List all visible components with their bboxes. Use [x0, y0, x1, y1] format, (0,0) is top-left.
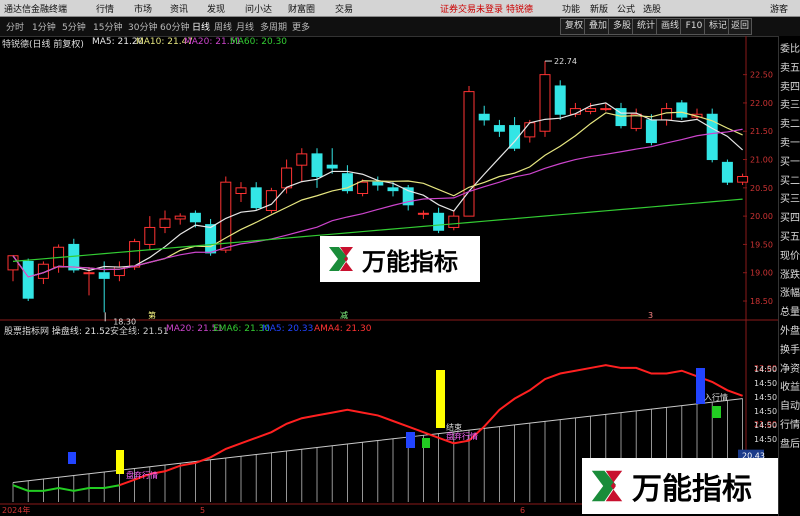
side-panel-label: 行情 [780, 420, 800, 431]
candle-down [189, 212, 201, 223]
candle-up [281, 167, 293, 189]
side-panel-label: 涨跌 [780, 269, 800, 281]
candle-down [554, 85, 566, 115]
side-panel-label: 买五 [780, 232, 800, 243]
candle-down [721, 161, 733, 183]
event-marker: 3 [648, 311, 653, 320]
side-panel-label: 总量 [780, 307, 800, 319]
candle-up [7, 255, 19, 271]
low-price-label: 18.30 [113, 317, 136, 326]
brand-logo-icon [329, 247, 353, 271]
candle-up [585, 108, 597, 112]
side-panel-label: 现价 [780, 250, 800, 262]
candle-up [600, 108, 612, 111]
candle-up [539, 74, 551, 132]
candle-up [357, 181, 369, 194]
candle-up [129, 241, 141, 268]
candle-down [372, 181, 384, 186]
sub-time-label: 14:50 [754, 393, 777, 402]
candle-down [98, 272, 110, 279]
watermark-text: 万能指标 [632, 472, 752, 507]
event-marker: 减 [340, 310, 348, 320]
side-panel-label: 买四 [780, 213, 800, 225]
candle-up [296, 153, 308, 166]
signal-block-blue [406, 432, 415, 448]
signal-block-green [422, 438, 430, 448]
candle-up [417, 212, 429, 215]
date-label: 5 [200, 506, 205, 515]
sub-time-label: 14:50 [754, 365, 777, 374]
candle-up [235, 187, 247, 194]
side-panel-label: 卖三 [780, 100, 800, 112]
sub-time-label: 14:50 [754, 379, 777, 388]
signal-label: 入行情 [704, 392, 728, 402]
candle-up [448, 215, 460, 228]
candle-up [524, 122, 536, 138]
candle-down [205, 224, 217, 254]
side-panel-label: 收益 [780, 382, 800, 394]
price-tick-label: 19.50 [750, 240, 773, 249]
signal-block-yellow [116, 450, 124, 474]
sub-time-label: 14:50 [754, 407, 777, 416]
candle-down [493, 125, 505, 132]
side-panel-label: 自动 [780, 401, 800, 413]
candle-down [326, 164, 338, 169]
candle-down [676, 102, 688, 118]
candle-up [144, 226, 156, 245]
side-panel-label: 卖二 [780, 119, 800, 131]
candle-up [174, 215, 186, 220]
side-panel-label: 买一 [780, 156, 800, 168]
side-panel-label: 卖一 [780, 138, 800, 149]
price-tick-label: 21.50 [750, 127, 773, 136]
side-panel-label: 换手 [780, 344, 800, 356]
quote-side-panel: 委比卖五卖四卖三卖二卖一买一买二买三买四买五现价涨跌涨幅总量外盘换手净资收益自动… [778, 36, 800, 516]
price-tick-label: 22.50 [750, 71, 773, 80]
candle-up [159, 218, 171, 228]
signal-label: 盘弃行情 [446, 431, 478, 441]
watermark-logo-center: 万能指标 [320, 236, 480, 282]
candle-up [463, 91, 475, 217]
side-panel-label: 委比 [780, 44, 800, 55]
high-price-label: 22.74 [554, 57, 577, 66]
candle-down [645, 119, 657, 144]
candle-down [68, 243, 80, 271]
price-tick-label: 21.00 [750, 156, 773, 165]
side-panel-label: 买三 [780, 194, 800, 206]
side-panel-label: 外盘 [780, 326, 800, 337]
price-tick-label: 19.00 [750, 269, 773, 278]
sub-time-label: 14:50 [754, 435, 777, 444]
candle-down [433, 212, 445, 231]
date-label: 6 [520, 506, 525, 515]
signal-label: 结束 [446, 422, 462, 432]
signal-block-blue [68, 452, 76, 464]
candle-down [22, 260, 34, 299]
price-tick-label: 20.50 [750, 184, 773, 193]
candle-up [737, 176, 749, 183]
candle-down [250, 187, 262, 209]
price-tick-label: 20.00 [750, 212, 773, 221]
date-label: 2024年 [2, 505, 30, 515]
candle-down [311, 153, 323, 178]
operation-line-green [12, 484, 120, 492]
side-panel-label: 买二 [780, 175, 800, 187]
price-tick-label: 18.50 [750, 297, 773, 306]
side-panel-label: 卖五 [780, 62, 800, 74]
price-tick-label: 22.00 [750, 99, 773, 108]
candle-up [83, 272, 95, 275]
sub-time-label: 14:50 [754, 421, 777, 430]
candle-down [387, 187, 399, 192]
signal-block-yellow [436, 370, 445, 428]
signal-label: 盘弃行情 [126, 470, 158, 480]
side-panel-label: 涨幅 [780, 288, 800, 300]
candle-down [478, 113, 490, 121]
signal-block-green [712, 406, 721, 418]
brand-logo-icon [591, 470, 623, 502]
side-panel-label: 卖四 [780, 81, 800, 93]
watermark-text: 万能指标 [362, 247, 458, 276]
watermark-logo-corner: 万能指标 [582, 458, 778, 514]
side-panel-label: 净资 [780, 363, 800, 375]
event-marker: 第 [148, 310, 156, 320]
side-panel-label: 盘后 [780, 438, 800, 450]
